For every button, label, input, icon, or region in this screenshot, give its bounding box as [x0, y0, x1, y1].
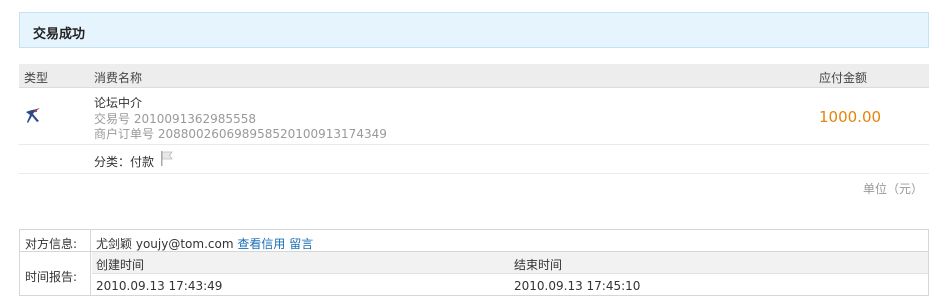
column-header-type: 类型 [24, 71, 49, 85]
view-credit-link[interactable]: 查看信用 [237, 237, 285, 251]
item-name: 论坛中介 [94, 96, 143, 110]
ended-time-header: 结束时间 [514, 258, 563, 272]
time-label: 时间报告: [25, 270, 78, 284]
column-header-amount: 应付金额 [819, 71, 868, 85]
amount-value: 1000.00 [819, 108, 882, 126]
created-time-value: 2010.09.13 17:43:49 [96, 279, 223, 293]
merchant-order-number: 商户订单号 20880026069895852010091317434​9 [94, 127, 387, 141]
message-link[interactable]: 留言 [289, 237, 313, 251]
status-title: 交易成功 [33, 27, 86, 42]
party-info: 尤剑颖 youjy@tom.com 查看信用 留言 [96, 235, 313, 252]
party-label: 对方信息: [25, 237, 78, 251]
info-table: 对方信息: 时间报告: 尤剑颖 youjy@tom.com 查看信用 留言 创建… [19, 229, 929, 296]
flag-icon[interactable] [158, 150, 176, 167]
category-text: 分类：付款 [94, 155, 155, 169]
party-name: 尤剑颖 [96, 237, 133, 251]
unit-note: 单位（元） [863, 182, 924, 196]
table-row: 论坛中介 交易号 2010091362985558 商户订单号 20880026… [19, 88, 929, 145]
ended-time-value: 2010.09.13 17:45:10 [514, 279, 641, 293]
column-header-name: 消费名称 [94, 71, 143, 85]
time-header-row: 创建时间 结束时间 [92, 252, 928, 274]
status-banner: 交易成功 [19, 12, 929, 48]
created-time-header: 创建时间 [96, 258, 145, 272]
swallow-logo-icon [24, 107, 42, 125]
table-header: 类型 消费名称 应付金额 [19, 64, 929, 88]
party-email: youjy@tom.com [135, 237, 234, 251]
category-row: 分类：付款 [19, 145, 929, 174]
